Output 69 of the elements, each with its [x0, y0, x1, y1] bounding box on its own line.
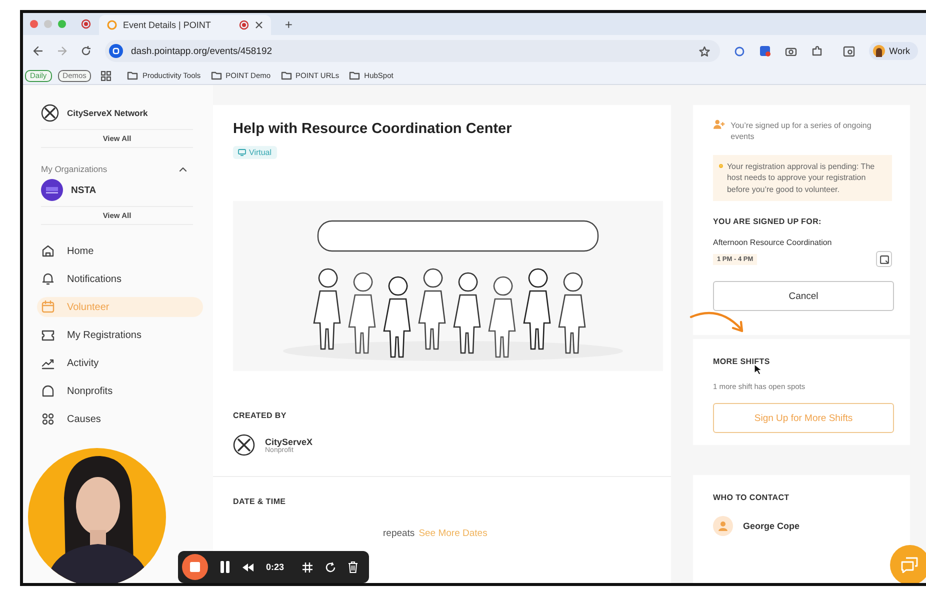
nav-item[interactable]: Nonprofits	[37, 381, 203, 401]
folder-icon	[349, 71, 360, 80]
address-bar[interactable]: dash.pointapp.org/events/458192	[105, 40, 720, 62]
event-title: Help with Resource Coordination Center	[233, 121, 513, 137]
camera-icon[interactable]	[785, 46, 798, 56]
bell-icon	[41, 272, 55, 286]
shift-name: Afternoon Resource Coordination	[713, 238, 833, 248]
person-icon	[713, 516, 733, 536]
close-icon[interactable]	[254, 21, 263, 29]
section-heading: DATE & TIME	[233, 497, 287, 506]
nav-item[interactable]: Home	[37, 241, 203, 261]
alert-text: Your registration approval is pending: The host needs to approve your registration before you’re good to volunteer.	[726, 160, 876, 196]
section-heading: YOU ARE SIGNED UP FOR:	[712, 217, 822, 226]
profile-button[interactable]: Work	[869, 42, 918, 60]
cancel-button[interactable]: Cancel	[713, 281, 894, 312]
browser-tab[interactable]: Event Details | POINT	[99, 15, 271, 35]
tab-search-icon[interactable]	[843, 46, 856, 56]
caret-icon[interactable]	[179, 166, 187, 172]
site-icon	[109, 44, 123, 58]
new-tab-button[interactable]: +	[278, 16, 298, 32]
home-icon	[41, 244, 55, 258]
avatar-icon	[873, 45, 886, 57]
rewind-icon[interactable]	[242, 562, 254, 572]
restart-icon[interactable]	[325, 562, 336, 572]
nav-item[interactable]: Activity	[37, 353, 203, 373]
repeat-text: repeats	[383, 528, 415, 539]
virtual-tag: Virtual	[233, 146, 277, 159]
back-icon[interactable]	[33, 46, 43, 56]
creator-name[interactable]: CityServeX	[265, 436, 313, 446]
house-icon	[41, 384, 55, 398]
folder-icon	[127, 71, 138, 80]
series-note: You’re signed up for a series of ongoing events	[730, 120, 872, 143]
monitor-icon	[238, 149, 246, 156]
network-logo-icon	[41, 104, 59, 122]
nav-item[interactable]: Causes	[37, 409, 203, 429]
org-name[interactable]: NSTA	[71, 184, 96, 196]
chat-icon	[901, 557, 919, 573]
section-heading: CREATED BY	[233, 411, 288, 420]
contact-name[interactable]: George Cope	[743, 521, 800, 532]
cursor-icon	[754, 364, 762, 375]
organization-logo-icon	[41, 179, 63, 201]
record-icon	[238, 20, 249, 30]
nav-item[interactable]: Notifications	[37, 269, 203, 289]
star-icon[interactable]	[699, 46, 710, 56]
window-controls-icon	[29, 19, 69, 29]
grid-icon	[41, 412, 55, 426]
reload-icon[interactable]	[81, 46, 91, 56]
ticket-icon	[41, 328, 55, 342]
site-icon	[107, 20, 117, 30]
folder-icon	[280, 71, 292, 80]
section-heading: WHO TO CONTACT	[712, 493, 790, 502]
network-logo-icon	[233, 434, 255, 456]
section-title: My Organizations	[41, 164, 108, 174]
section-heading: MORE SHIFTS	[712, 357, 771, 366]
grid-icon[interactable]	[302, 562, 314, 572]
trash-icon[interactable]	[348, 561, 358, 573]
org-name: CityServeX Network	[67, 108, 148, 118]
stop-button-icon[interactable]	[182, 554, 208, 580]
person-add-icon	[713, 119, 725, 129]
nav-item[interactable]: My Registrations	[37, 325, 203, 345]
calendar-button[interactable]	[876, 251, 892, 268]
extension-icon[interactable]	[759, 45, 772, 57]
apps-icon[interactable]	[101, 70, 112, 80]
pause-icon[interactable]	[220, 561, 230, 573]
puzzle-icon[interactable]	[811, 45, 824, 57]
record-icon	[81, 19, 91, 29]
recording-time: 0:23	[266, 562, 284, 572]
circle-icon[interactable]	[734, 46, 746, 56]
folder-icon	[210, 71, 222, 80]
